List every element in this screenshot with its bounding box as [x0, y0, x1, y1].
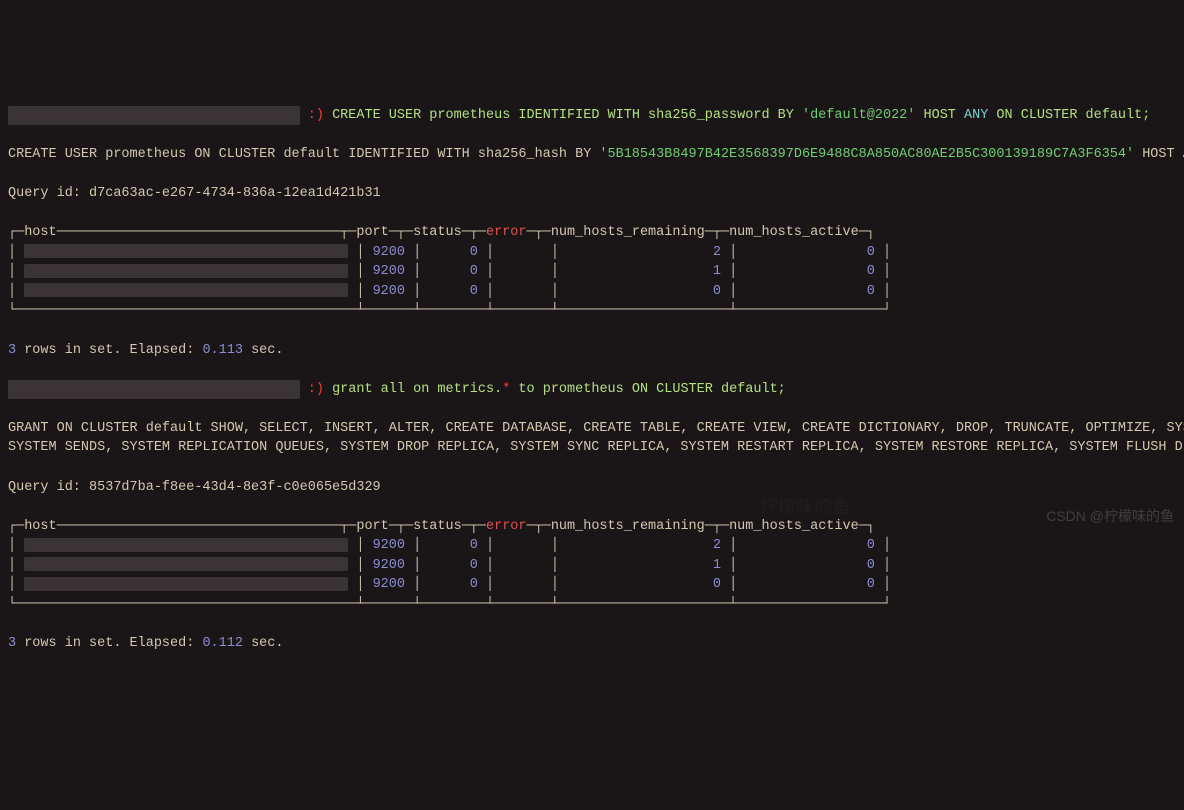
- watermark-faint: 柠檬味的鱼: [760, 494, 850, 520]
- table-row: │ xxxxxxxxxxxxxxxxxxxxxxxxxxxxxxxxxxxxxx…: [8, 538, 891, 553]
- prompt-line-2[interactable]: xxxxxxxxxxxxxxxxxxxxxxxxxxxxxxxxxxxx :) …: [8, 382, 786, 397]
- echo-line-2a: GRANT ON CLUSTER default SHOW, SELECT, I…: [8, 421, 1184, 436]
- prompt-line-1[interactable]: xxxxxxxxxxxxxxxxxxxxxxxxxxxxxxxxxxxx :) …: [8, 108, 1150, 123]
- redacted-host: xxxxxxxxxxxxxxxxxxxxxxxxxxxxxxxxxxxx: [8, 380, 300, 400]
- query-id-1: Query id: d7ca63ac-e267-4734-836a-12ea1d…: [8, 186, 381, 201]
- table-row: │ xxxxxxxxxxxxxxxxxxxxxxxxxxxxxxxxxxxxxx…: [8, 284, 891, 299]
- table-row: │ xxxxxxxxxxxxxxxxxxxxxxxxxxxxxxxxxxxxxx…: [8, 577, 891, 592]
- summary-1: 3 rows in set. Elapsed: 0.113 sec.: [8, 343, 283, 358]
- table-row: │ xxxxxxxxxxxxxxxxxxxxxxxxxxxxxxxxxxxxxx…: [8, 245, 891, 260]
- col-error: error: [486, 225, 527, 240]
- query-id-2: Query id: 8537d7ba-f8ee-43d4-8e3f-c0e065…: [8, 480, 381, 495]
- table-border-bottom: └───────────────────────────────────────…: [8, 303, 891, 318]
- sql-password-literal: 'default@2022': [802, 108, 915, 123]
- sql-create-user: CREATE USER prometheus IDENTIFIED WITH s…: [332, 108, 802, 123]
- redacted-host: xxxxxxxxxxxxxxxxxxxxxxxxxxxxxxxxxxxxxxxx: [24, 244, 348, 258]
- table-border-top: ┌─host──────────────────────────────────…: [8, 519, 875, 534]
- terminal-output: xxxxxxxxxxxxxxxxxxxxxxxxxxxxxxxxxxxx :) …: [8, 86, 1176, 653]
- table-row: │ xxxxxxxxxxxxxxxxxxxxxxxxxxxxxxxxxxxxxx…: [8, 264, 891, 279]
- sql-any: ANY: [964, 108, 988, 123]
- prompt-smile-icon: :): [308, 382, 324, 397]
- watermark-csdn: CSDN @柠檬味的鱼: [1046, 506, 1174, 526]
- table-border-bottom: └───────────────────────────────────────…: [8, 597, 891, 612]
- redacted-host: xxxxxxxxxxxxxxxxxxxxxxxxxxxxxxxxxxxxxxxx: [24, 557, 348, 571]
- table-row: │ xxxxxxxxxxxxxxxxxxxxxxxxxxxxxxxxxxxxxx…: [8, 558, 891, 573]
- col-error: error: [486, 519, 527, 534]
- redacted-host: xxxxxxxxxxxxxxxxxxxxxxxxxxxxxxxxxxxxxxxx: [24, 283, 348, 297]
- redacted-host: xxxxxxxxxxxxxxxxxxxxxxxxxxxxxxxxxxxxxxxx: [24, 577, 348, 591]
- echo-line-2b: SYSTEM SENDS, SYSTEM REPLICATION QUEUES,…: [8, 440, 1184, 455]
- redacted-host: xxxxxxxxxxxxxxxxxxxxxxxxxxxxxxxxxxxx: [8, 106, 300, 126]
- redacted-host: xxxxxxxxxxxxxxxxxxxxxxxxxxxxxxxxxxxxxxxx: [24, 264, 348, 278]
- table-border-top: ┌─host──────────────────────────────────…: [8, 225, 875, 240]
- sql-hash-literal: '5B18543B8497B42E3568397D6E9488C8A850AC8…: [599, 147, 1134, 162]
- prompt-smile-icon: :): [308, 108, 324, 123]
- sql-grant: grant all on metrics.: [332, 382, 502, 397]
- redacted-host: xxxxxxxxxxxxxxxxxxxxxxxxxxxxxxxxxxxxxxxx: [24, 538, 348, 552]
- echo-line-1: CREATE USER prometheus ON CLUSTER defaul…: [8, 147, 1184, 162]
- summary-2: 3 rows in set. Elapsed: 0.112 sec.: [8, 636, 283, 651]
